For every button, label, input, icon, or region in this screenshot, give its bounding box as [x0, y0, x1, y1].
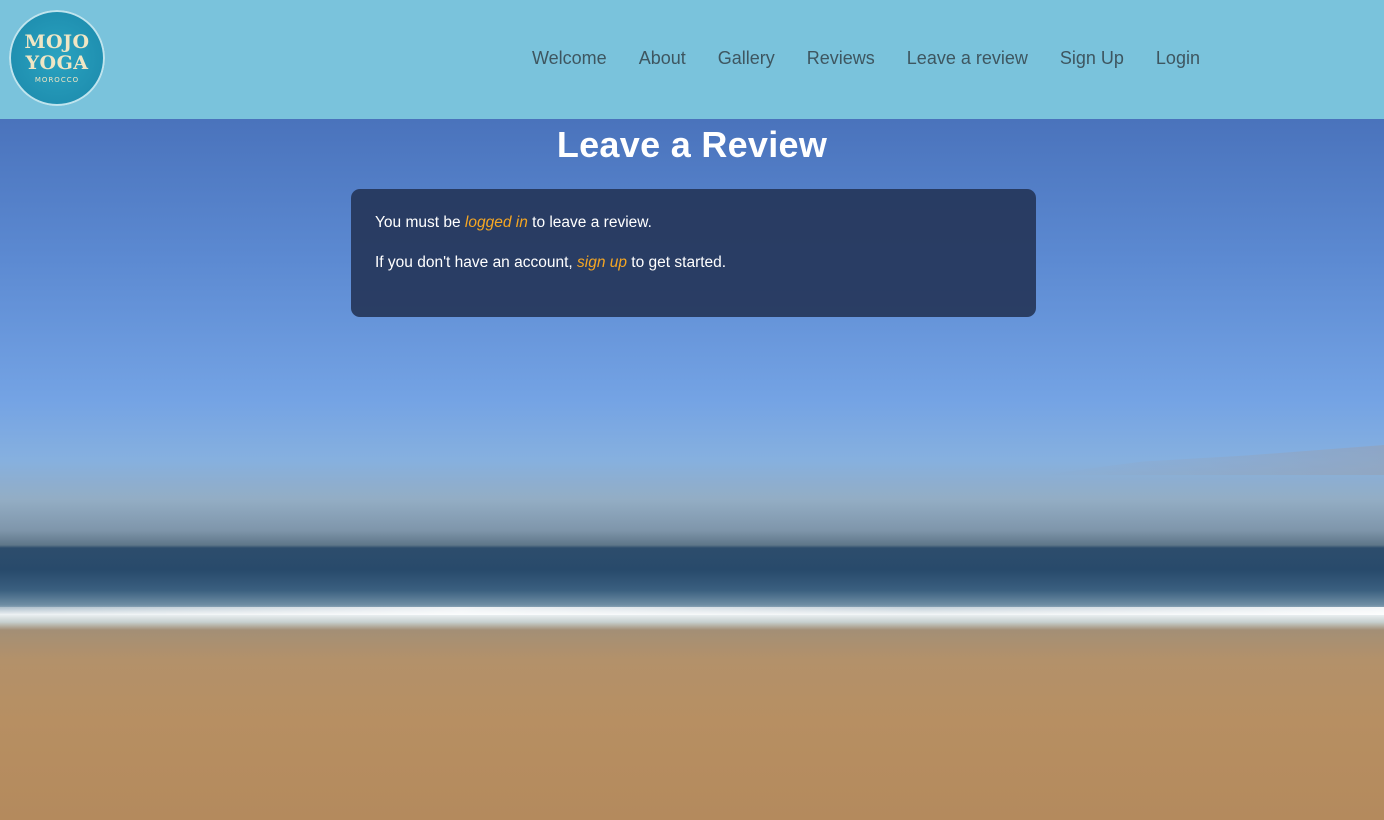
nav-link-gallery[interactable]: Gallery: [718, 44, 775, 72]
logo-word-morocco: MOROCCO: [34, 76, 80, 84]
login-required-notice: You must be logged in to leave a review.…: [351, 189, 1036, 317]
logo-word-yoga: YOGA: [25, 52, 89, 74]
site-header: MOJO YOGA MOROCCO Welcome About Gallery …: [0, 0, 1384, 119]
nav-link-welcome[interactable]: Welcome: [532, 44, 607, 72]
notice-text: You must be: [375, 214, 465, 231]
nav-link-reviews[interactable]: Reviews: [807, 44, 875, 72]
nav-link-about[interactable]: About: [639, 44, 686, 72]
main-nav: Welcome About Gallery Reviews Leave a re…: [532, 44, 1232, 72]
nav-link-leave-a-review[interactable]: Leave a review: [907, 44, 1028, 72]
notice-line-login: You must be logged in to leave a review.: [375, 213, 1012, 233]
logged-in-link[interactable]: logged in: [465, 214, 528, 231]
nav-link-sign-up[interactable]: Sign Up: [1060, 44, 1124, 72]
logo-word-mojo: MOJO: [24, 31, 90, 53]
notice-text: If you don't have an account,: [375, 254, 578, 271]
sign-up-link[interactable]: sign up: [577, 254, 627, 271]
page-title: Leave a Review: [556, 124, 828, 165]
notice-text: to leave a review.: [527, 214, 652, 231]
site-logo[interactable]: MOJO YOGA MOROCCO: [9, 10, 105, 106]
notice-text: to get started.: [627, 254, 727, 271]
notice-line-signup: If you don't have an account, sign up to…: [375, 253, 1012, 273]
wave-foam: [0, 607, 1384, 615]
nav-link-login[interactable]: Login: [1156, 44, 1200, 72]
